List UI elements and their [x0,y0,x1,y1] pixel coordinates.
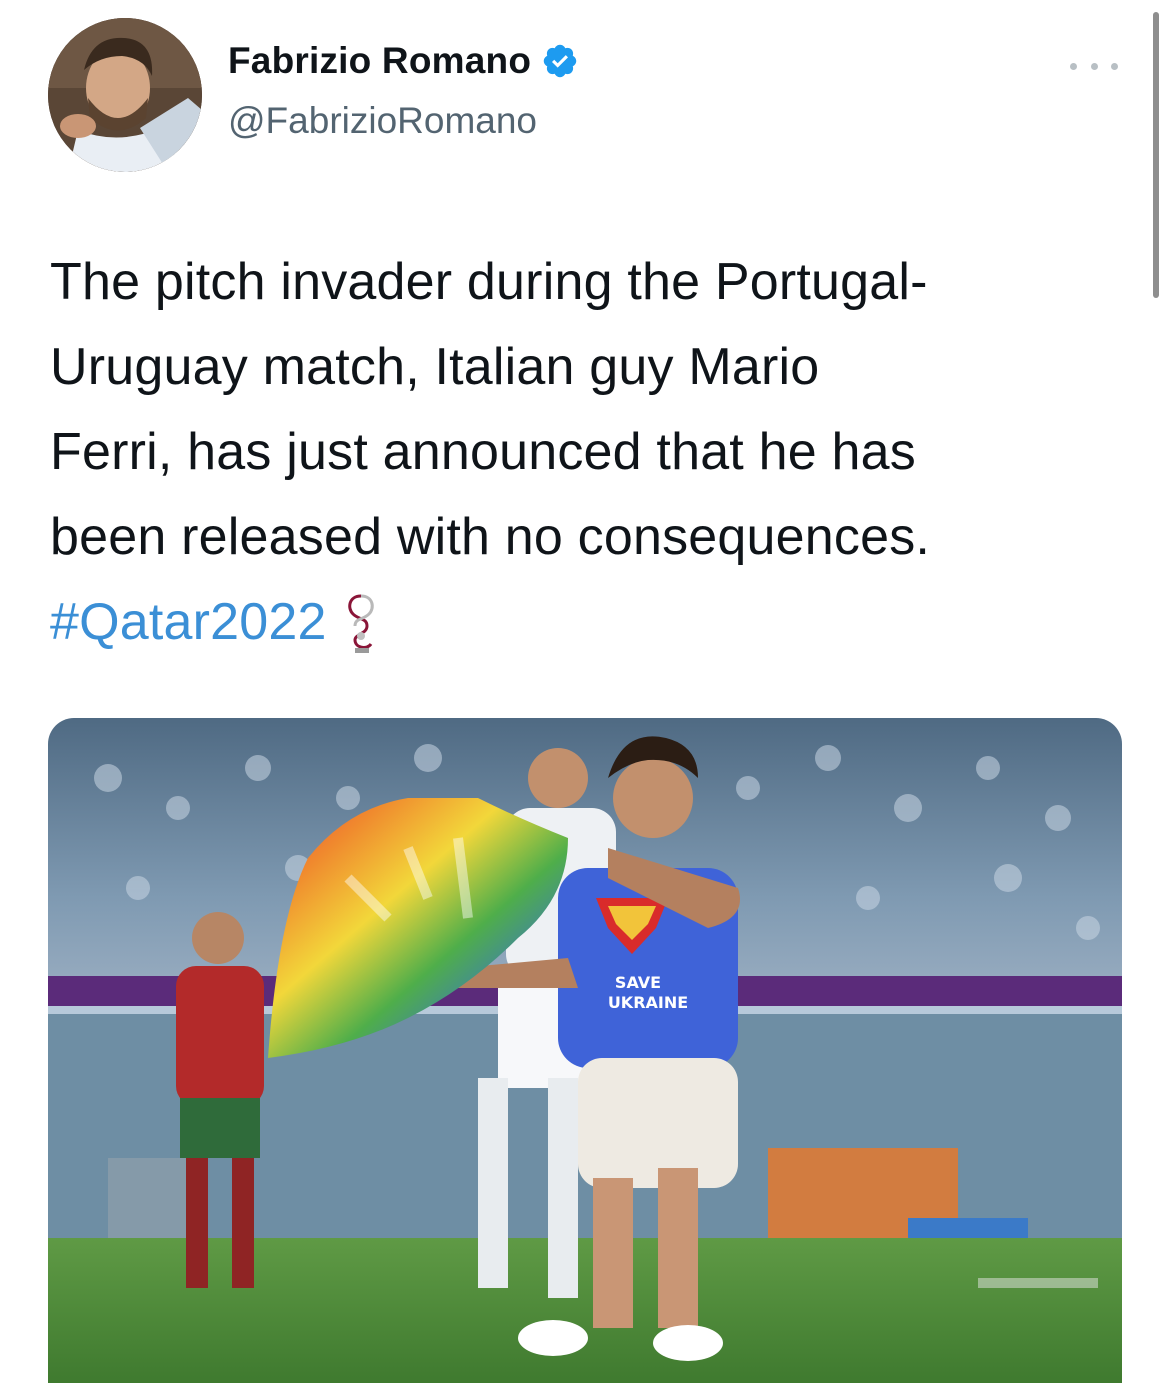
tweet-text-line: Ferri, has just announced that he has [50,423,916,481]
shirt-text-line1: SAVE [615,973,661,992]
author-avatar[interactable] [48,18,202,172]
hashtag-row: #Qatar2022 [50,580,1130,665]
hashtag-link[interactable]: #Qatar2022 [50,580,327,665]
tweet-text-line: Uruguay match, Italian guy Mario [50,338,820,396]
more-options-icon[interactable] [1068,48,1120,84]
tweet-text-line: The pitch invader during the Portugal- [50,253,928,311]
world-cup-trophy-icon [341,590,381,656]
shirt-text-line2: UKRAINE [608,993,688,1012]
scrollbar[interactable] [1153,12,1159,298]
tweet-text-line: been released with no consequences. [50,508,931,566]
tweet-text: The pitch invader during the Portugal- U… [50,240,1130,665]
author-handle[interactable]: @FabrizioRomano [228,100,537,142]
author-name-row[interactable]: Fabrizio Romano [228,40,579,82]
author-display-name[interactable]: Fabrizio Romano [228,40,531,82]
verified-badge-icon [541,42,579,80]
tweet-media-image[interactable]: SAVE UKRAINE [48,718,1122,1383]
